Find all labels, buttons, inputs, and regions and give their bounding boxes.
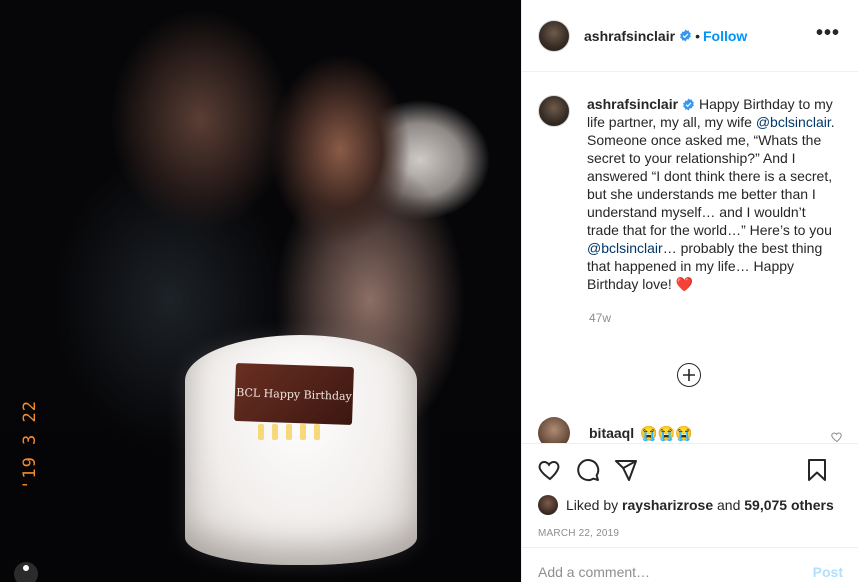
- author-username[interactable]: ashrafsinclair: [584, 28, 675, 44]
- follow-button[interactable]: Follow: [703, 28, 747, 44]
- add-comment-bar: Post: [522, 547, 858, 582]
- plus-circle-icon[interactable]: [677, 363, 701, 387]
- post-panel: ashrafsinclair • Follow ••• ashrafsincla…: [521, 0, 858, 582]
- candle: [300, 424, 306, 440]
- post-photo[interactable]: BCL Happy Birthday '19 3 22: [0, 0, 521, 582]
- likes-and: and: [717, 497, 741, 513]
- user-tags-icon[interactable]: [14, 562, 38, 582]
- red-heart-emoji: ❤️: [675, 276, 694, 292]
- small-heart-icon[interactable]: [831, 431, 843, 443]
- comment-icon[interactable]: [576, 458, 600, 482]
- comment-item: bitaaql 😭😭😭: [538, 417, 843, 443]
- likes-summary: Liked by raysharizrose and 59,075 others: [522, 495, 858, 515]
- comment-text: 😭😭😭: [640, 424, 693, 441]
- candle: [272, 424, 278, 440]
- mention-link[interactable]: @bclsinclair: [587, 240, 663, 256]
- caption-text-part: . Someone once asked me, “Whats the secr…: [587, 114, 835, 238]
- action-icons-row: [522, 444, 858, 496]
- likes-count[interactable]: 59,075 others: [744, 497, 834, 513]
- mention-link[interactable]: @bclsinclair: [756, 114, 831, 130]
- heart-icon[interactable]: [538, 458, 562, 482]
- bookmark-icon[interactable]: [805, 458, 829, 482]
- comment-input[interactable]: [538, 563, 813, 580]
- caption-text: ashrafsinclair Happy Birthday to my life…: [587, 95, 837, 293]
- liker-username[interactable]: raysharizrose: [622, 497, 713, 513]
- likes-prefix: Liked by: [566, 497, 619, 513]
- more-options-icon[interactable]: •••: [816, 23, 840, 43]
- commenter-username[interactable]: bitaaql: [589, 425, 634, 441]
- commenter-avatar[interactable]: [538, 417, 570, 443]
- post-button[interactable]: Post: [813, 564, 843, 580]
- liker-avatar[interactable]: [538, 495, 558, 515]
- plus-icon: [683, 369, 695, 381]
- caption: ashrafsinclair Happy Birthday to my life…: [522, 73, 858, 293]
- caption-username[interactable]: ashrafsinclair: [587, 96, 678, 112]
- verified-badge-icon: [680, 29, 691, 42]
- photo-date-stamp: '19 3 22: [20, 400, 40, 490]
- separator-dot: •: [695, 27, 700, 44]
- post-date[interactable]: MARCH 22, 2019: [522, 514, 858, 539]
- post-actions: Liked by raysharizrose and 59,075 others…: [522, 443, 858, 582]
- caption-age[interactable]: 47w: [589, 311, 858, 325]
- author-avatar[interactable]: [538, 19, 570, 52]
- post-header: ashrafsinclair • Follow •••: [522, 0, 858, 72]
- candle: [286, 424, 292, 440]
- candle: [258, 424, 264, 440]
- share-icon[interactable]: [614, 458, 638, 482]
- comments-section[interactable]: ashrafsinclair Happy Birthday to my life…: [522, 73, 858, 443]
- cake-plaque: BCL Happy Birthday: [234, 362, 354, 426]
- candle: [314, 424, 320, 440]
- caption-author-avatar[interactable]: [538, 95, 570, 127]
- cake-plaque-text: BCL Happy Birthday: [235, 385, 353, 403]
- verified-badge-icon: [683, 98, 694, 111]
